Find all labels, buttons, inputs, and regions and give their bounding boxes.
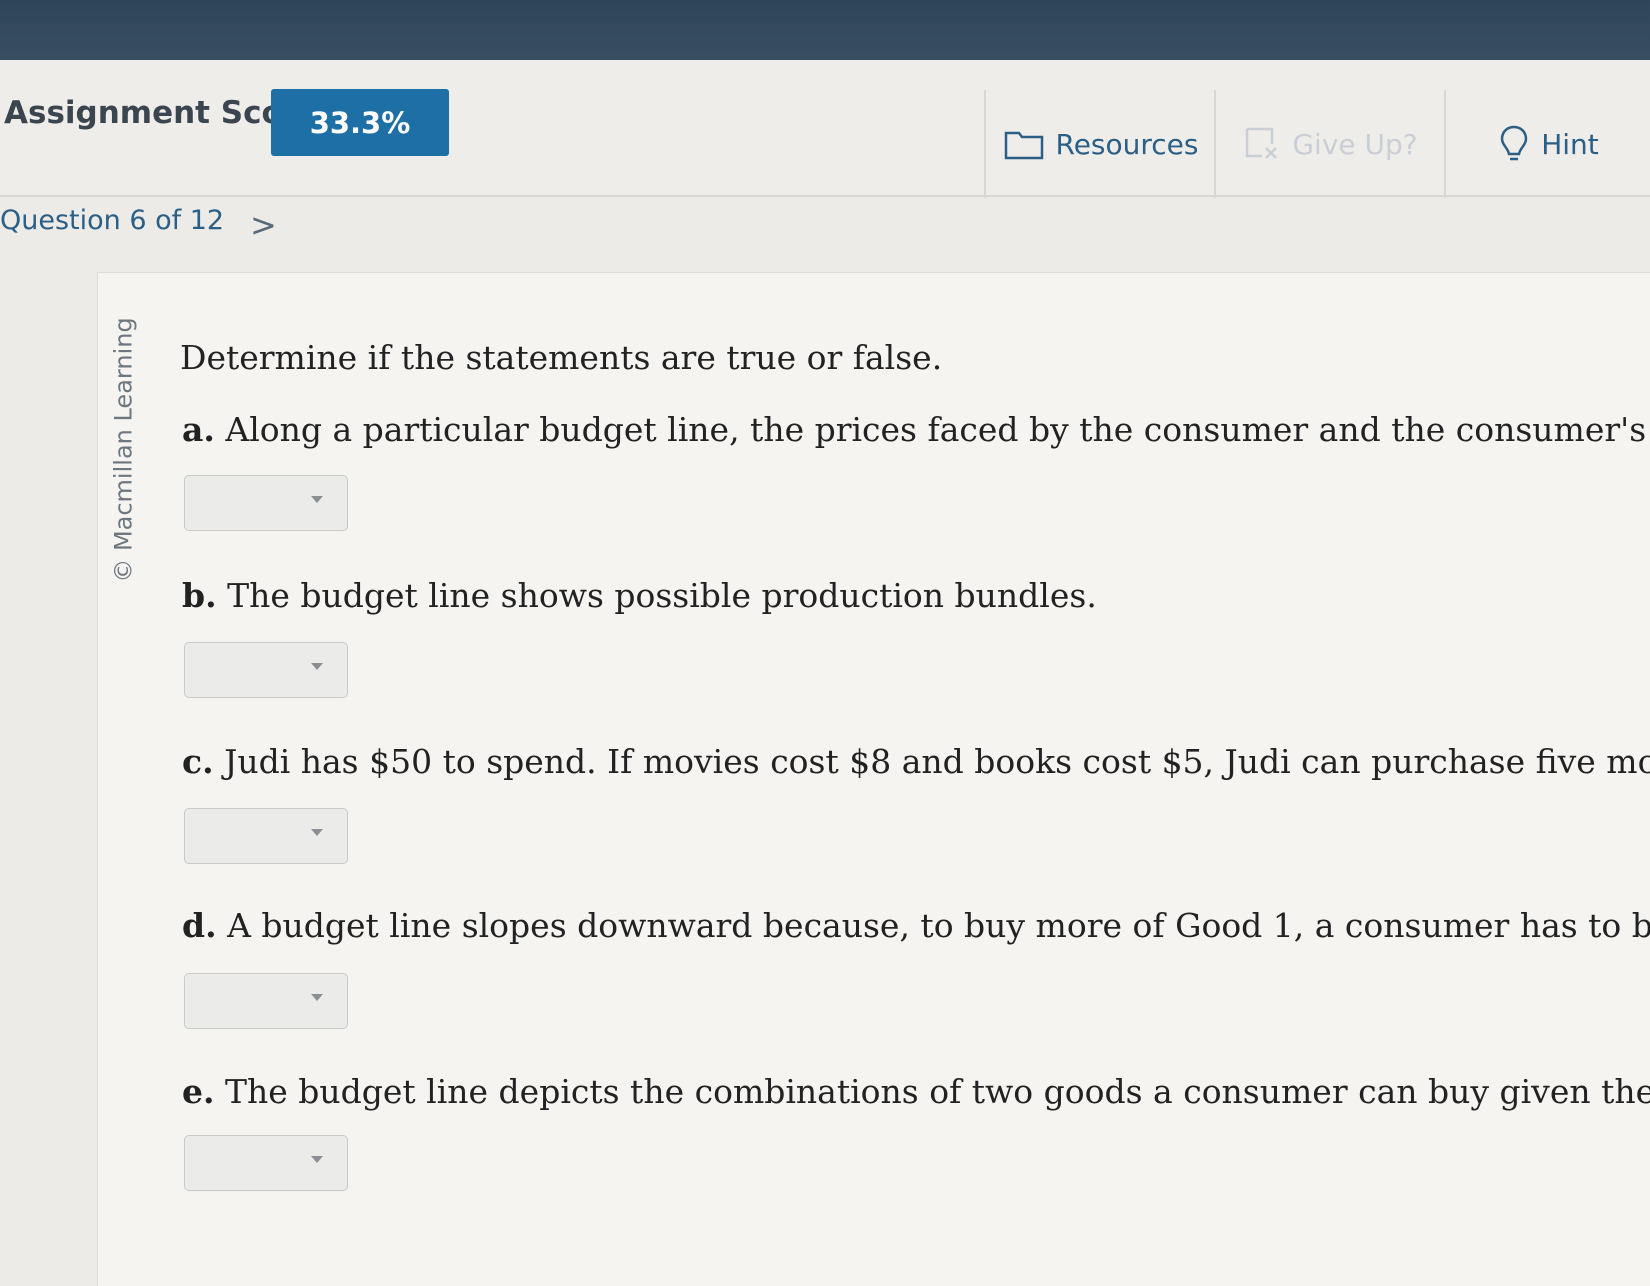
statement-text: The budget line depicts the combinations…: [224, 1072, 1650, 1111]
statement-letter: b.: [182, 576, 217, 615]
statement-text: Along a particular budget line, the pric…: [225, 410, 1650, 449]
give-up-button[interactable]: Give Up?: [1214, 90, 1446, 198]
statement-letter: a.: [182, 410, 215, 449]
statement-b: b. The budget line shows possible produc…: [182, 576, 1650, 615]
copyright-notice: © Macmillan Learning: [104, 305, 144, 595]
true-false-dropdown-a[interactable]: [184, 475, 348, 531]
give-up-icon: [1246, 127, 1278, 159]
statement-a: a. Along a particular budget line, the p…: [182, 410, 1650, 449]
dropdown-caret-icon: [311, 1156, 323, 1163]
question-position: Question 6 of 12: [0, 205, 225, 236]
resources-button[interactable]: Resources: [984, 90, 1216, 198]
next-question-chevron-icon[interactable]: >: [250, 206, 277, 244]
assignment-score-badge: 33.3%: [271, 89, 449, 156]
dropdown-caret-icon: [311, 496, 323, 503]
statement-d: d. A budget line slopes downward because…: [182, 906, 1650, 945]
true-false-dropdown-e[interactable]: [184, 1135, 348, 1191]
true-false-dropdown-d[interactable]: [184, 973, 348, 1029]
statement-text: A budget line slopes downward because, t…: [227, 906, 1650, 945]
dropdown-caret-icon: [311, 829, 323, 836]
question-prompt: Determine if the statements are true or …: [180, 338, 943, 377]
hint-button[interactable]: Hint: [1444, 90, 1650, 198]
folder-icon: [1004, 131, 1043, 160]
dropdown-caret-icon: [311, 663, 323, 670]
statement-text: Judi has $50 to spend. If movies cost $8…: [224, 742, 1650, 781]
copyright-text: © Macmillan Learning: [110, 317, 139, 583]
statement-c: c. Judi has $50 to spend. If movies cost…: [182, 742, 1650, 781]
statement-e: e. The budget line depicts the combinati…: [182, 1072, 1650, 1111]
statement-letter: c.: [182, 742, 214, 781]
true-false-dropdown-c[interactable]: [184, 808, 348, 864]
statement-text: The budget line shows possible productio…: [227, 576, 1097, 615]
hint-label: Hint: [1541, 127, 1599, 161]
give-up-label: Give Up?: [1292, 127, 1418, 161]
resources-label: Resources: [1055, 127, 1199, 161]
true-false-dropdown-b[interactable]: [184, 642, 348, 698]
lightbulb-icon: [1500, 125, 1528, 161]
statement-letter: d.: [182, 906, 217, 945]
dropdown-caret-icon: [311, 994, 323, 1001]
statement-letter: e.: [182, 1072, 215, 1111]
